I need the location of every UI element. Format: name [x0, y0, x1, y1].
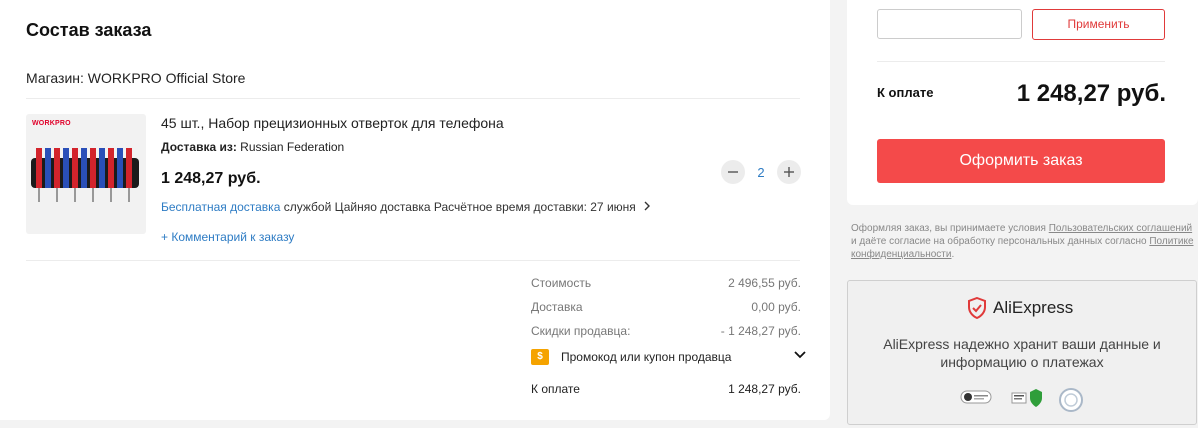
pci-dss-badge-icon	[960, 387, 992, 412]
product-title[interactable]: 45 шт., Набор прецизионных отверток для …	[161, 115, 504, 131]
security-text: AliExpress надежно хранит ваши данные и …	[883, 336, 1161, 370]
delivery-label: Доставка	[531, 300, 583, 314]
pay-value: 1 248,27 руб.	[1016, 80, 1166, 107]
add-comment-link[interactable]: + Комментарий к заказу	[161, 230, 294, 244]
security-seal-icon	[1058, 387, 1084, 418]
chevron-right-icon[interactable]	[643, 200, 651, 214]
summary-total-row: К оплате 1 248,27 руб.	[531, 382, 801, 396]
divider	[877, 61, 1165, 62]
shield-check-icon	[967, 296, 987, 324]
terms-text: Оформляя заказ, вы принимаете условия По…	[851, 222, 1196, 261]
delivery-value: 0,00 руб.	[751, 300, 801, 314]
terms-part: .	[951, 249, 955, 260]
pay-label: К оплате	[877, 85, 934, 100]
ship-from: Доставка из: Russian Federation	[161, 140, 344, 154]
cost-value: 2 496,55 руб.	[728, 276, 801, 290]
divider	[26, 98, 800, 99]
delivery-info[interactable]: Бесплатная доставка службой Цайняо доста…	[161, 200, 651, 214]
screwdriver-set-illustration	[31, 148, 139, 202]
decrease-quantity-button[interactable]	[721, 160, 745, 184]
order-composition-card: Состав заказа Магазин: WORKPRO Official …	[0, 0, 830, 420]
delivery-eta: Расчётное время доставки: 27 июня	[433, 200, 636, 214]
cost-label: Стоимость	[531, 276, 592, 290]
aliexpress-logo: AliExpress	[967, 296, 1087, 320]
product-brand-logo: WORKPRO	[32, 120, 71, 127]
free-delivery-label: Бесплатная доставка	[161, 200, 281, 214]
total-label: К оплате	[531, 382, 580, 396]
chevron-down-icon[interactable]	[794, 347, 806, 363]
terms-part: Оформляя заказ, вы принимаете условия	[851, 223, 1049, 234]
apply-coupon-button[interactable]: Применить	[1032, 9, 1165, 40]
place-order-button[interactable]: Оформить заказ	[877, 139, 1165, 183]
ship-from-value: Russian Federation	[240, 140, 345, 154]
discount-value: - 1 248,27 руб.	[720, 324, 801, 338]
promo-label: Промокод или купон продавца	[561, 350, 732, 364]
section-title: Состав заказа	[26, 20, 152, 40]
security-card: AliExpress AliExpress надежно хранит ваш…	[847, 280, 1197, 425]
plus-icon	[784, 167, 794, 177]
checkout-card: Применить К оплате 1 248,27 руб. Оформит…	[847, 0, 1198, 205]
divider	[26, 260, 800, 261]
increase-quantity-button[interactable]	[777, 160, 801, 184]
summary-cost-row: Стоимость 2 496,55 руб.	[531, 276, 801, 290]
product-image[interactable]: WORKPRO	[26, 114, 146, 234]
verified-badge-icon	[1010, 387, 1044, 414]
product-price: 1 248,27 руб.	[161, 170, 261, 187]
coupon-icon: $	[531, 349, 549, 365]
minus-icon	[728, 171, 738, 173]
store-name[interactable]: Магазин: WORKPRO Official Store	[26, 70, 245, 86]
coupon-input[interactable]	[877, 9, 1022, 39]
terms-part: и даёте согласие на обработку персональн…	[851, 236, 1150, 247]
ship-from-label: Доставка из:	[161, 140, 237, 154]
discount-label: Скидки продавца:	[531, 324, 631, 338]
summary-discount-row: Скидки продавца: - 1 248,27 руб.	[531, 324, 801, 338]
carrier-label: службой Цайняо доставка	[283, 200, 431, 214]
user-agreement-link[interactable]: Пользовательских соглашений	[1049, 223, 1192, 234]
total-value: 1 248,27 руб.	[728, 382, 801, 396]
summary-delivery-row: Доставка 0,00 руб.	[531, 300, 801, 314]
quantity-value[interactable]: 2	[752, 165, 770, 180]
aliexpress-brand: AliExpress	[993, 298, 1074, 317]
